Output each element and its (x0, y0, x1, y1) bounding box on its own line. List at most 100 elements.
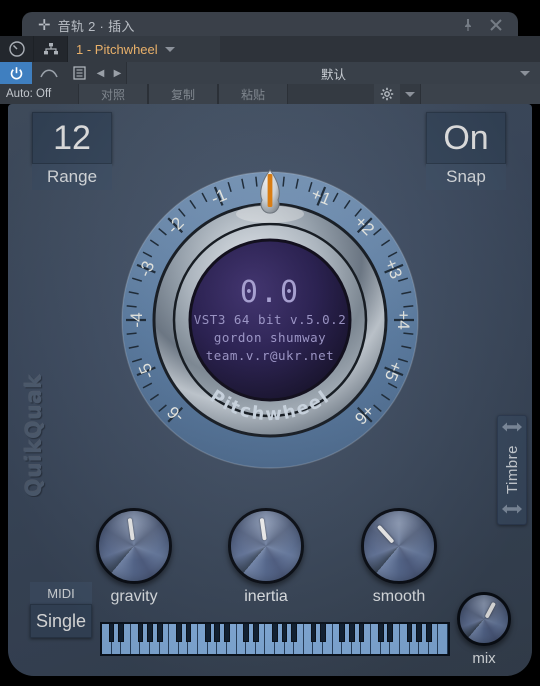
black-key[interactable] (310, 624, 317, 642)
black-key[interactable] (156, 624, 163, 642)
dial-tick (403, 305, 414, 308)
host-automation-bar: Auto: Off 对照 复制 粘贴 (0, 84, 540, 104)
black-key[interactable] (185, 624, 192, 642)
preset-chevron-down-icon[interactable] (520, 70, 530, 76)
inertia-knob[interactable] (228, 508, 304, 584)
black-key[interactable] (243, 624, 250, 642)
clock-icon[interactable] (0, 36, 34, 62)
black-key[interactable] (147, 624, 153, 642)
smooth-knob-group[interactable]: smooth (361, 508, 437, 606)
host-plugin-slot-bar: 1 - Pitchwheel (0, 36, 540, 62)
compare-button[interactable]: 对照 (78, 84, 148, 104)
host-row4-filler (288, 84, 374, 104)
mix-knob-pointer (484, 601, 496, 619)
range-value[interactable]: 12 (32, 112, 112, 164)
preset-list-icon[interactable] (66, 62, 92, 84)
smooth-knob[interactable] (361, 508, 437, 584)
preset-name-field[interactable]: 默认 (126, 62, 540, 84)
black-key[interactable] (137, 624, 144, 642)
gear-chevron-down-icon[interactable] (400, 84, 420, 104)
next-preset-icon[interactable]: ▶ (109, 62, 126, 84)
power-icon[interactable] (0, 62, 32, 84)
mix-knob[interactable] (457, 592, 511, 646)
mix-knob-group[interactable]: mix (457, 592, 511, 667)
host-preset-bar: ◀ ▶ 默认 (0, 62, 540, 84)
dial-tick (282, 176, 285, 187)
smooth-knob-pointer (376, 524, 395, 544)
auto-status-label[interactable]: Auto: Off (0, 84, 78, 104)
close-icon[interactable] (488, 17, 504, 33)
midi-mode-control[interactable]: MIDI Single (30, 582, 92, 638)
black-key[interactable] (425, 624, 432, 642)
host-row2-filler (220, 36, 540, 62)
routing-icon[interactable] (34, 36, 68, 62)
host-title: 音轨 2 · 插入 (57, 18, 135, 34)
range-label: Range (32, 164, 112, 190)
black-key[interactable] (387, 624, 394, 642)
plugin-slot-name: 1 - Pitchwheel (76, 41, 158, 57)
black-key[interactable] (118, 624, 125, 642)
copy-button[interactable]: 复制 (148, 84, 218, 104)
gear-icon[interactable] (374, 84, 400, 104)
black-key[interactable] (377, 624, 384, 642)
black-key[interactable] (214, 624, 221, 642)
black-key[interactable] (416, 624, 423, 642)
inertia-knob-group[interactable]: inertia (228, 508, 304, 606)
snap-value[interactable]: On (426, 112, 506, 164)
black-key[interactable] (339, 624, 346, 642)
inertia-knob-label: inertia (244, 588, 288, 605)
range-control[interactable]: 12 Range (32, 112, 112, 190)
plugin-slot-selector[interactable]: 1 - Pitchwheel (68, 36, 220, 62)
midi-keyboard[interactable] (100, 622, 450, 656)
black-key[interactable] (272, 624, 278, 642)
dial-graphics[interactable]: -6-5-4-3-2-10+1+2+3+4+5+6 Pitchwheel (62, 112, 478, 528)
timbre-down-arrow-icon[interactable] (501, 502, 523, 520)
black-key[interactable] (204, 624, 211, 642)
screenshot-root: ✛ 音轨 2 · 插入 1 - Pitchwheel ◀ ▶ 默认 Auto: … (0, 0, 540, 686)
snap-label: Snap (426, 164, 506, 190)
dial-tick-label: -4 (127, 312, 146, 327)
pin-icon[interactable] (460, 17, 476, 33)
black-key[interactable] (281, 624, 288, 642)
dial-tick (126, 332, 137, 335)
timbre-up-arrow-icon[interactable] (501, 420, 523, 438)
snap-control[interactable]: On Snap (426, 112, 506, 190)
dial-tick-label: +4 (394, 310, 413, 329)
midi-title: MIDI (30, 582, 92, 604)
automation-curve-icon[interactable] (32, 62, 66, 84)
black-key[interactable] (349, 624, 355, 642)
white-key[interactable] (438, 624, 448, 654)
plugin-panel: QuikQuak -6 -5 -4 -3 -2 -1 +1 +2 +3 +4 +… (8, 104, 532, 676)
plus-icon[interactable]: ✛ (38, 18, 51, 33)
black-key[interactable] (406, 624, 413, 642)
timbre-control[interactable]: Timbre (497, 415, 527, 525)
host-param-field[interactable] (420, 84, 540, 104)
gravity-knob-label: gravity (110, 588, 158, 605)
timbre-label: Timbre (503, 445, 521, 495)
black-key[interactable] (320, 624, 326, 642)
inertia-knob-pointer (259, 518, 267, 541)
black-key[interactable] (224, 624, 230, 642)
gravity-knob[interactable] (96, 508, 172, 584)
smooth-knob-label: smooth (372, 588, 426, 605)
midi-mode-value[interactable]: Single (30, 604, 92, 638)
chevron-down-icon[interactable] (164, 46, 175, 52)
pitch-dial[interactable]: -6-5-4-3-2-10+1+2+3+4+5+6 Pitchwheel (62, 112, 478, 528)
gravity-knob-group[interactable]: gravity (96, 508, 172, 606)
black-key[interactable] (176, 624, 182, 642)
black-key[interactable] (358, 624, 365, 642)
black-key[interactable] (252, 624, 259, 642)
preset-name-text: 默认 (320, 67, 346, 82)
prev-preset-icon[interactable]: ◀ (92, 62, 109, 84)
host-titlebar: ✛ 音轨 2 · 插入 (22, 12, 518, 38)
dial-tick (255, 176, 258, 187)
dial-tick (403, 332, 414, 335)
mix-knob-label: mix (472, 650, 496, 667)
brand-label: QuikQuak (22, 374, 46, 498)
gravity-knob-pointer (127, 518, 135, 541)
dial-tick (126, 305, 137, 308)
keyboard-keys[interactable] (102, 624, 448, 654)
black-key[interactable] (108, 624, 115, 642)
black-key[interactable] (291, 624, 298, 642)
paste-button[interactable]: 粘贴 (218, 84, 288, 104)
